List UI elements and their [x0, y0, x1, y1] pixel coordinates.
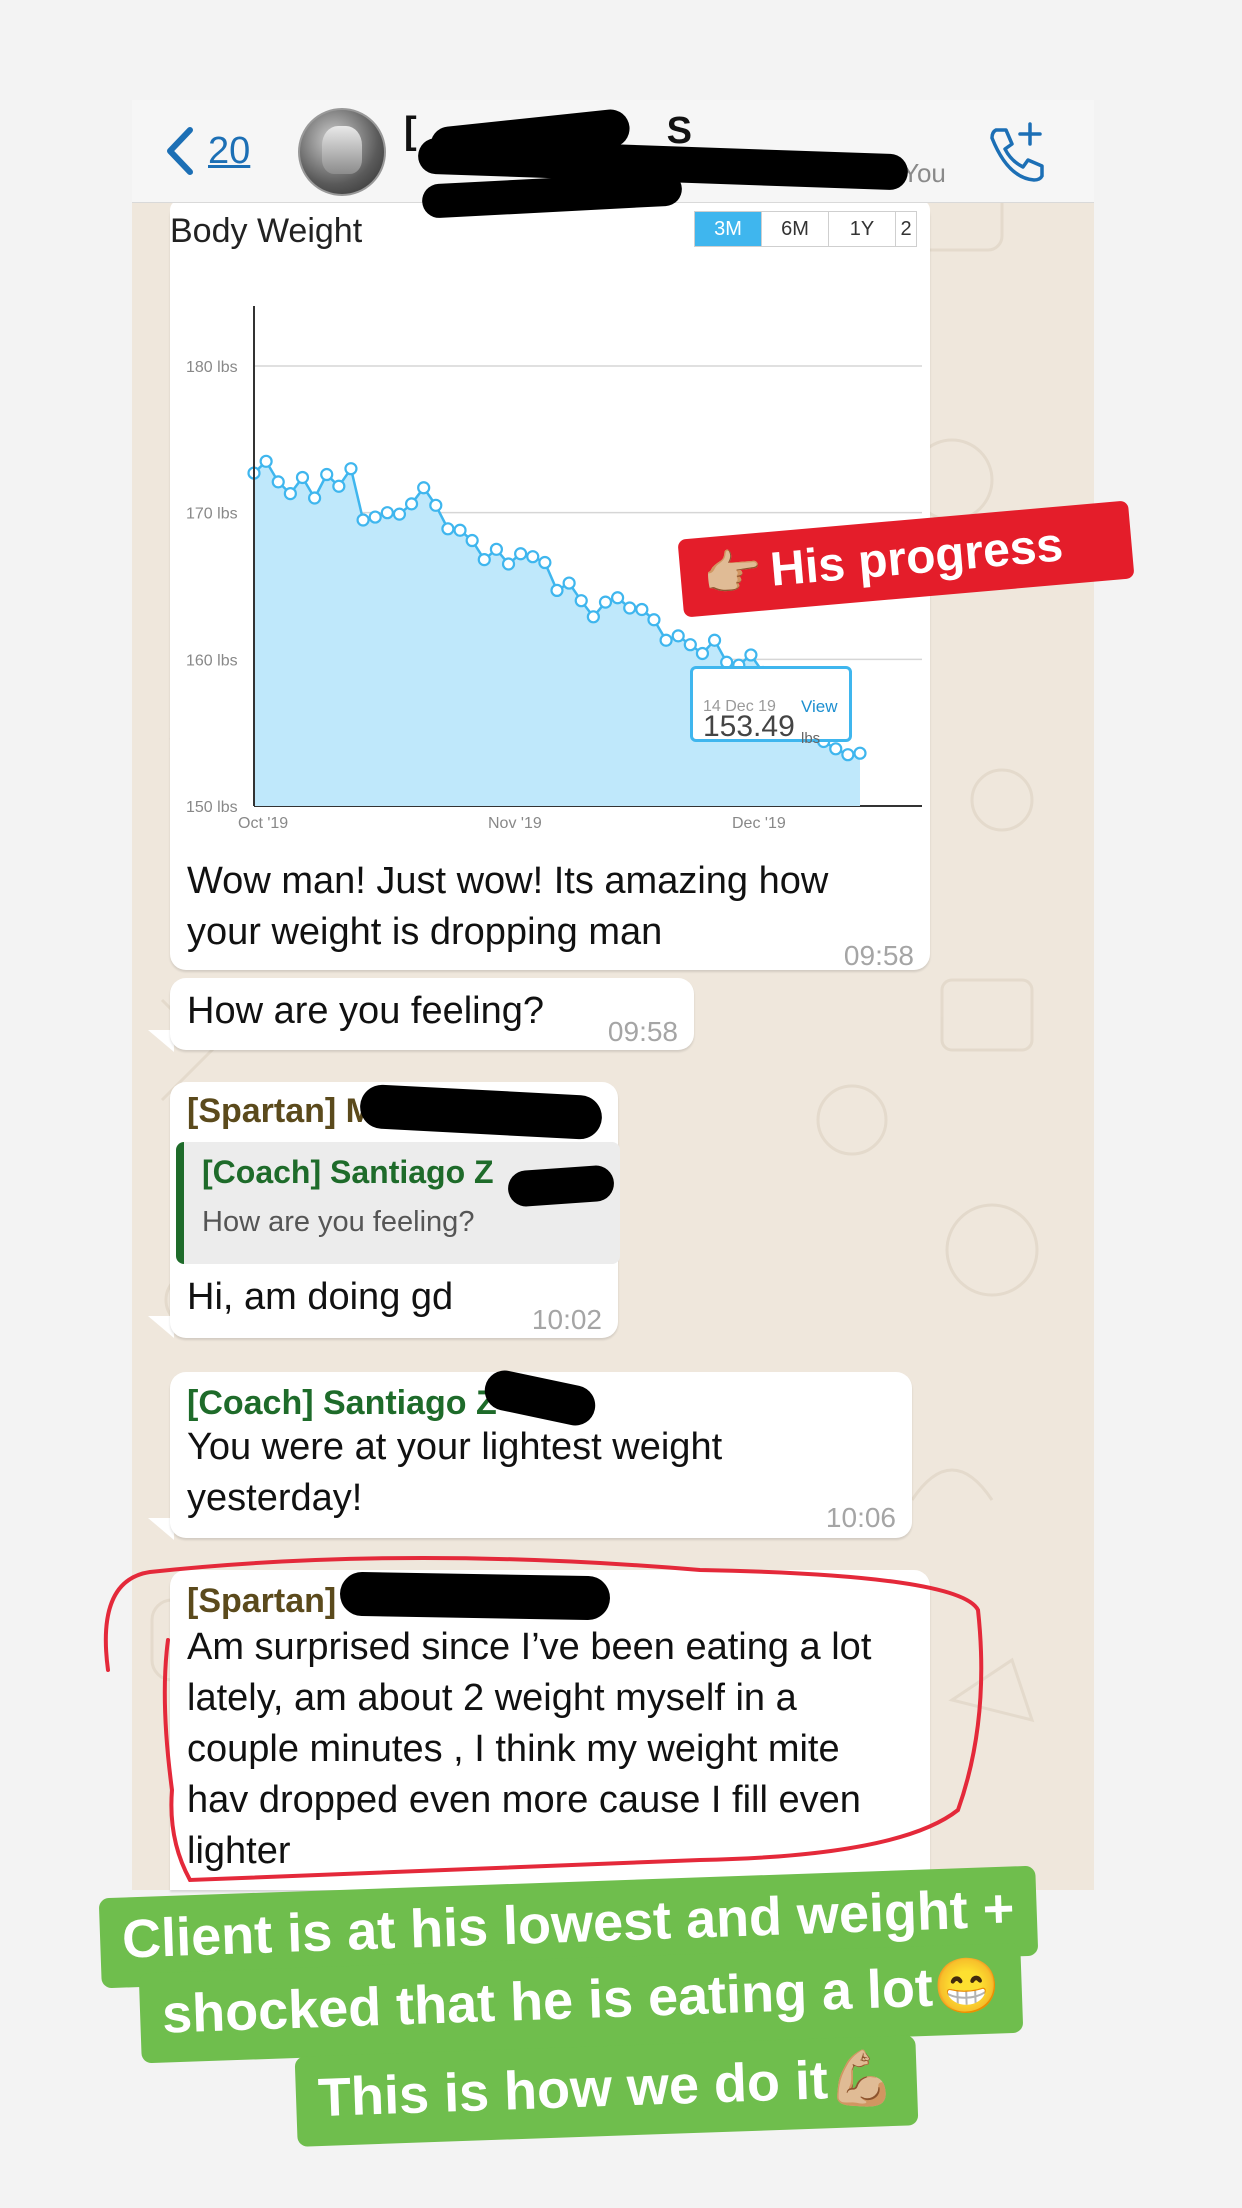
chat-subtitle-end: You [902, 158, 946, 188]
sender-name: [Spartan] [187, 1582, 337, 1620]
data-point [501, 557, 516, 571]
message-line: lighter [187, 1830, 291, 1872]
quote-author: [Coach] Santiago Z [202, 1154, 494, 1190]
data-point [429, 498, 443, 512]
y-tick-label: 150 lbs [186, 799, 238, 816]
y-tick-label: 160 lbs [186, 652, 238, 669]
weight-chart: Body Weight 3M 6M 1Y 2 180 lbs 170 lbs 160… [170, 200, 930, 846]
message-line: Am surprised since I’ve been eating a lo… [187, 1626, 872, 1668]
message-time: 10:06 [825, 1502, 896, 1533]
avatar[interactable] [298, 108, 386, 196]
message-line: You were at your lightest weight [187, 1426, 723, 1468]
message-time: 10:02 [531, 1304, 602, 1335]
data-point [829, 742, 843, 756]
data-point [538, 555, 552, 570]
add-call-button[interactable] [982, 120, 1046, 189]
data-point [514, 547, 528, 561]
x-tick-label: Nov '19 [488, 815, 542, 832]
data-point [647, 613, 661, 627]
tooltip-unit: lbs [801, 730, 821, 747]
redaction-mark [506, 1164, 616, 1208]
data-point [841, 748, 855, 762]
message-text: Hi, am doing gd [187, 1276, 454, 1318]
data-point [635, 602, 649, 617]
data-point [623, 601, 637, 615]
data-point [332, 479, 346, 493]
x-tick-label: Oct '19 [238, 815, 288, 832]
data-point [853, 746, 867, 760]
add-call-icon [990, 122, 1044, 182]
data-point [526, 550, 540, 564]
data-point [259, 454, 273, 468]
data-point [586, 610, 600, 624]
message-line: Wow man! Just wow! Its amazing how [187, 860, 829, 902]
data-point [574, 594, 588, 608]
data-point [453, 523, 467, 537]
data-point [489, 542, 503, 556]
data-point [477, 553, 491, 567]
chevron-left-icon [167, 127, 193, 175]
data-point [368, 510, 382, 524]
data-point [344, 462, 358, 476]
data-point [283, 487, 297, 501]
caption-text: shocked that he is eating a lot😁 [161, 1955, 1002, 2045]
data-point [683, 638, 697, 652]
unread-count: 20 [208, 130, 251, 172]
quote-text: How are you feeling? [202, 1206, 475, 1238]
data-point [392, 507, 407, 521]
message-text: You were at your lightest weight yesterd… [187, 1422, 722, 1524]
data-point [380, 506, 394, 520]
sender-name: [Spartan] M [187, 1092, 374, 1130]
chart-tooltip: 14 Dec 19 View 153.49 lbs [690, 666, 852, 747]
x-tick-label: Dec '19 [732, 815, 786, 832]
message-text: Am surprised since I’ve been eating a lo… [187, 1622, 871, 1877]
data-point [550, 583, 564, 597]
data-point [441, 522, 455, 536]
tooltip-value: 153.49 [703, 710, 795, 743]
message-line: hav dropped even more cause I fill even [187, 1779, 861, 1821]
message-line: yesterday! [187, 1477, 363, 1519]
data-point [562, 576, 576, 590]
data-point [744, 648, 758, 662]
message-line: your weight is dropping man [187, 911, 663, 953]
message-text: How are you feeling? [187, 990, 544, 1032]
message-time: 09:58 [843, 940, 914, 971]
message-text: Wow man! Just wow! Its amazing how your … [187, 856, 828, 958]
redaction-mark [339, 1571, 611, 1621]
data-point [295, 470, 310, 485]
data-point [320, 467, 334, 482]
data-point [659, 633, 673, 647]
data-point [308, 491, 322, 505]
pointing-hand-icon: 👉🏼 [700, 544, 765, 603]
data-point [465, 533, 479, 548]
data-point [707, 633, 722, 647]
incoming-message[interactable]: How are you feeling? 09:58 [170, 978, 694, 1050]
data-point [356, 513, 370, 527]
data-point [417, 481, 431, 495]
data-point [271, 475, 285, 489]
message-line: couple minutes , I think my weight mite [187, 1728, 840, 1770]
message-line: lately, am about 2 weight myself in a [187, 1677, 797, 1719]
y-tick-label: 180 lbs [186, 359, 238, 376]
y-tick-label: 170 lbs [186, 506, 238, 523]
caption-text: This is how we do it💪🏼 [317, 2047, 897, 2129]
data-point [695, 646, 710, 661]
chat-title-start: [ [404, 110, 417, 152]
data-point [671, 629, 685, 643]
data-point [404, 497, 419, 511]
data-point [598, 595, 613, 609]
data-point [611, 591, 625, 605]
message-time: 09:58 [607, 1016, 678, 1047]
